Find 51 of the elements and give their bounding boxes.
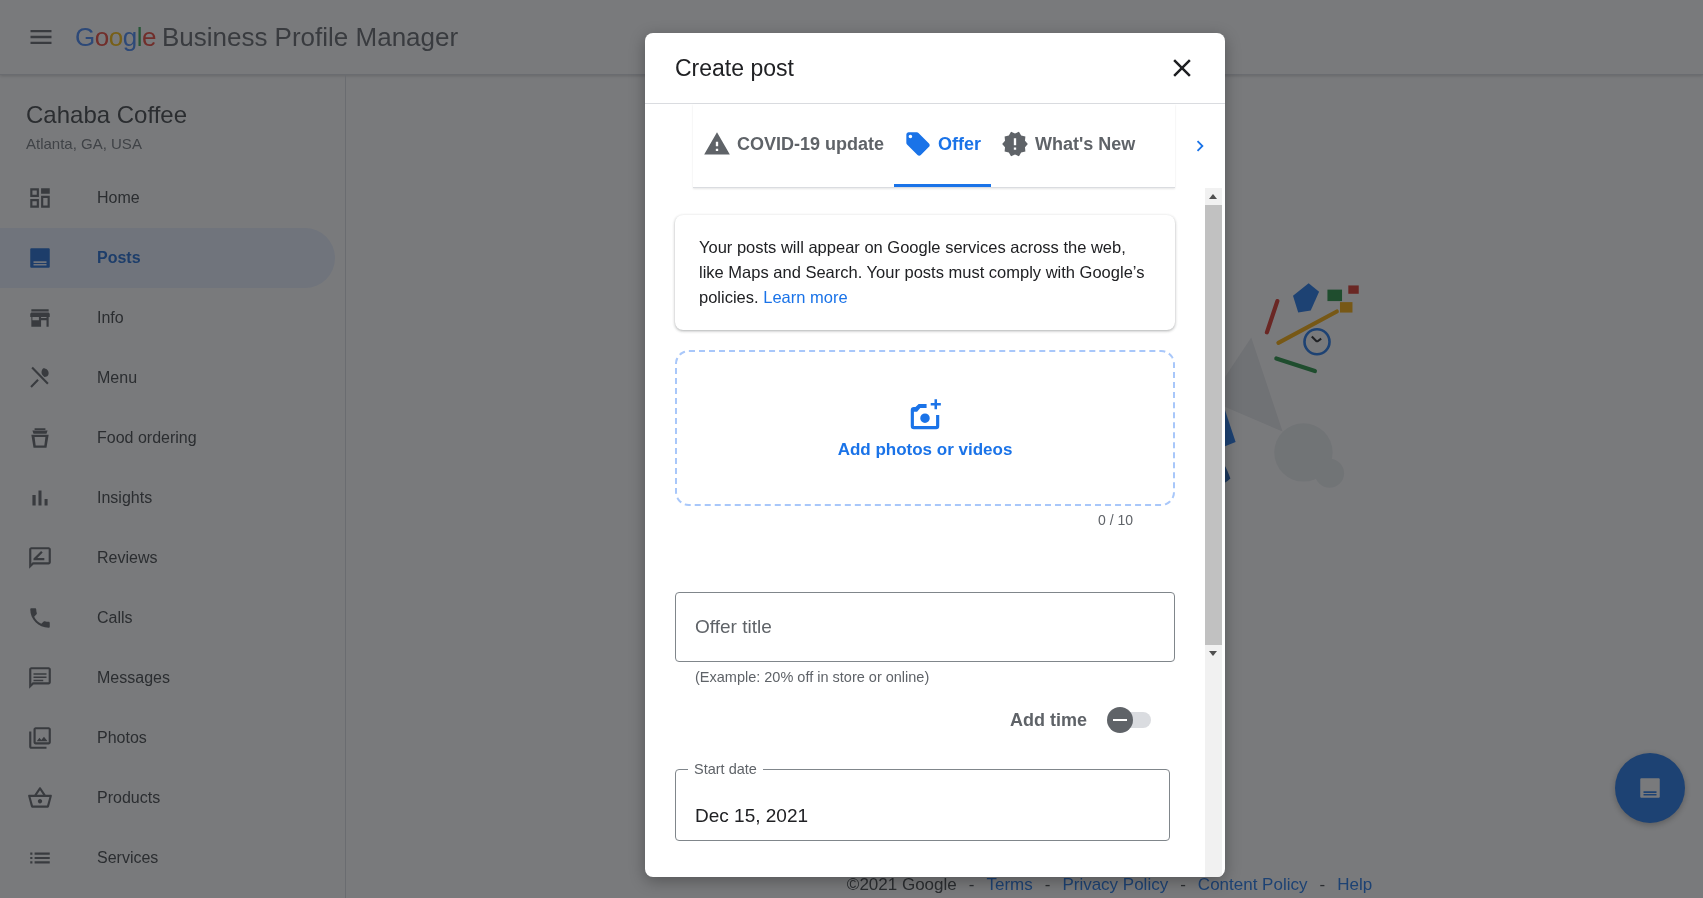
product-name: Business Profile Manager <box>161 21 459 53</box>
tag-icon <box>904 130 933 158</box>
add-photos-label: Add photos or videos <box>837 440 1013 460</box>
sidebar-item[interactable]: Info <box>0 288 335 348</box>
sidebar-item[interactable]: Messages <box>0 648 335 708</box>
photo-library-icon <box>27 725 53 751</box>
alert-badge-icon <box>1001 130 1030 158</box>
sidebar-item[interactable]: Photos <box>0 708 335 768</box>
sidebar-item[interactable]: Services <box>0 828 335 888</box>
footer-separator: - <box>1044 875 1051 895</box>
offer-title-field[interactable]: Offer title <box>675 592 1175 662</box>
footer-separator: - <box>968 875 975 895</box>
offer-title-hint: (Example: 20% off in store or online) <box>695 669 931 685</box>
learn-more-link[interactable]: Learn more <box>763 288 848 306</box>
start-date-field[interactable]: Start date Dec 15, 2021 <box>675 761 1170 841</box>
footer-link[interactable]: Help <box>1337 875 1373 895</box>
business-name: Cahaba Coffee <box>26 101 188 129</box>
dashboard-icon <box>27 185 53 211</box>
sidebar-item[interactable]: Posts <box>0 228 335 288</box>
floating-action-button[interactable] <box>1615 753 1685 823</box>
business-location: Atlanta, GA, USA <box>26 135 143 152</box>
footer-link[interactable]: Content Policy <box>1197 875 1308 895</box>
notice-text: Your posts will appear on Google services across the web, like Maps and Search. Your posts must comply with Google’s policies. Learn more <box>699 237 1146 308</box>
sidebar-item[interactable]: Products <box>0 768 335 828</box>
google-logo: Google <box>75 21 156 53</box>
sidebar-item[interactable]: Home <box>0 168 335 228</box>
message-icon <box>27 665 53 691</box>
post-type-tab[interactable]: Offer <box>894 104 992 187</box>
warning-icon <box>703 130 731 158</box>
add-time-label: Add time <box>1010 709 1087 731</box>
phone-icon <box>27 605 53 631</box>
footer-separator: - <box>1180 875 1186 895</box>
sidebar-item[interactable]: Calls <box>0 588 335 648</box>
footer-link[interactable]: Terms <box>986 875 1033 895</box>
basket-icon <box>27 785 53 811</box>
posts-icon <box>27 245 53 271</box>
media-upload-area[interactable]: Add photos or videos <box>675 350 1175 506</box>
dialog-title: Create post <box>675 54 794 82</box>
footer-link[interactable]: Privacy Policy <box>1062 875 1169 895</box>
media-count: 0 / 10 <box>1096 512 1134 528</box>
sidebar-item[interactable]: Insights <box>0 468 335 528</box>
footer-separator: - <box>1319 875 1326 895</box>
sidebar-item[interactable]: Reviews <box>0 528 335 588</box>
post-type-tab[interactable]: COVID-19 update <box>693 104 895 187</box>
sidebar-item[interactable]: Food ordering <box>0 408 335 468</box>
scrollbar[interactable] <box>1205 188 1222 877</box>
copyright-text: ©2021 Google <box>846 875 957 895</box>
post-type-tab[interactable]: What's New <box>991 104 1146 187</box>
review-icon <box>27 545 53 571</box>
posts-icon <box>1637 775 1663 801</box>
sidebar-item[interactable]: Menu <box>0 348 335 408</box>
